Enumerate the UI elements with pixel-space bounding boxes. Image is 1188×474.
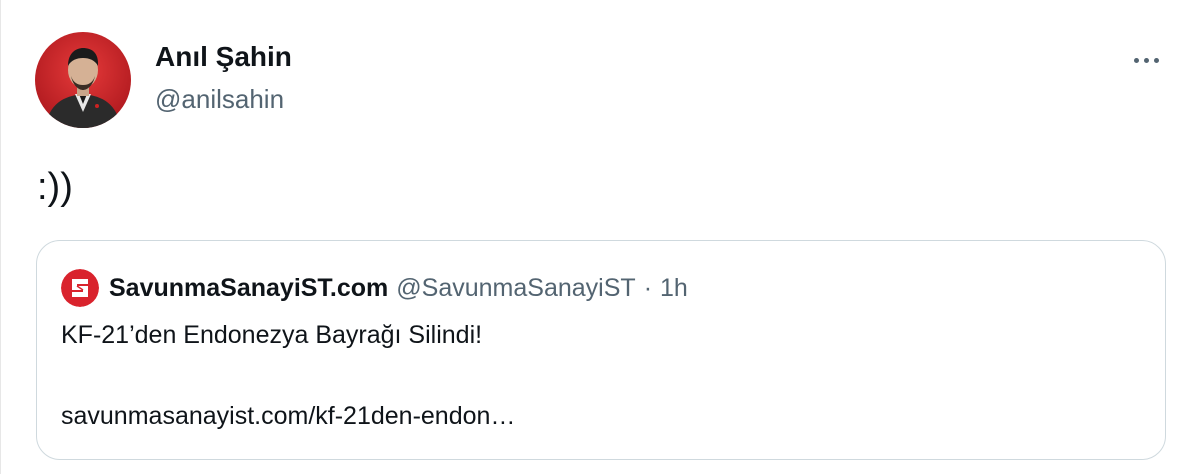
more-horizontal-icon (1133, 57, 1139, 63)
more-horizontal-icon (1143, 57, 1149, 63)
quoted-author-name[interactable]: SavunmaSanayiST.com (109, 274, 388, 303)
quoted-tweet-text: KF-21’den Endonezya Bayrağı Silindi! (61, 321, 483, 349)
tweet-card: Anıl Şahin @anilsahin :)) SavunmaSanayiS… (0, 0, 1188, 474)
quoted-tweet-time[interactable]: 1h (660, 274, 688, 303)
left-border (0, 0, 1, 474)
more-options-button[interactable] (1126, 46, 1166, 74)
quoted-tweet-card[interactable]: SavunmaSanayiST.com @SavunmaSanayiST · 1… (36, 240, 1166, 460)
user-avatar-icon[interactable] (35, 32, 131, 128)
more-horizontal-icon (1153, 57, 1159, 63)
quoted-tweet-link[interactable]: savunmasanayist.com/kf-21den-endon… (61, 400, 515, 432)
quoted-tweet-header: SavunmaSanayiST.com @SavunmaSanayiST · 1… (61, 269, 688, 307)
separator-dot: · (643, 273, 653, 302)
author-name[interactable]: Anıl Şahin (155, 40, 292, 74)
savunmasanayist-logo-icon[interactable] (61, 269, 99, 307)
author-handle[interactable]: @anilsahin (155, 82, 284, 116)
tweet-text: :)) (37, 166, 73, 208)
quoted-author-handle[interactable]: @SavunmaSanayiST (396, 274, 635, 303)
